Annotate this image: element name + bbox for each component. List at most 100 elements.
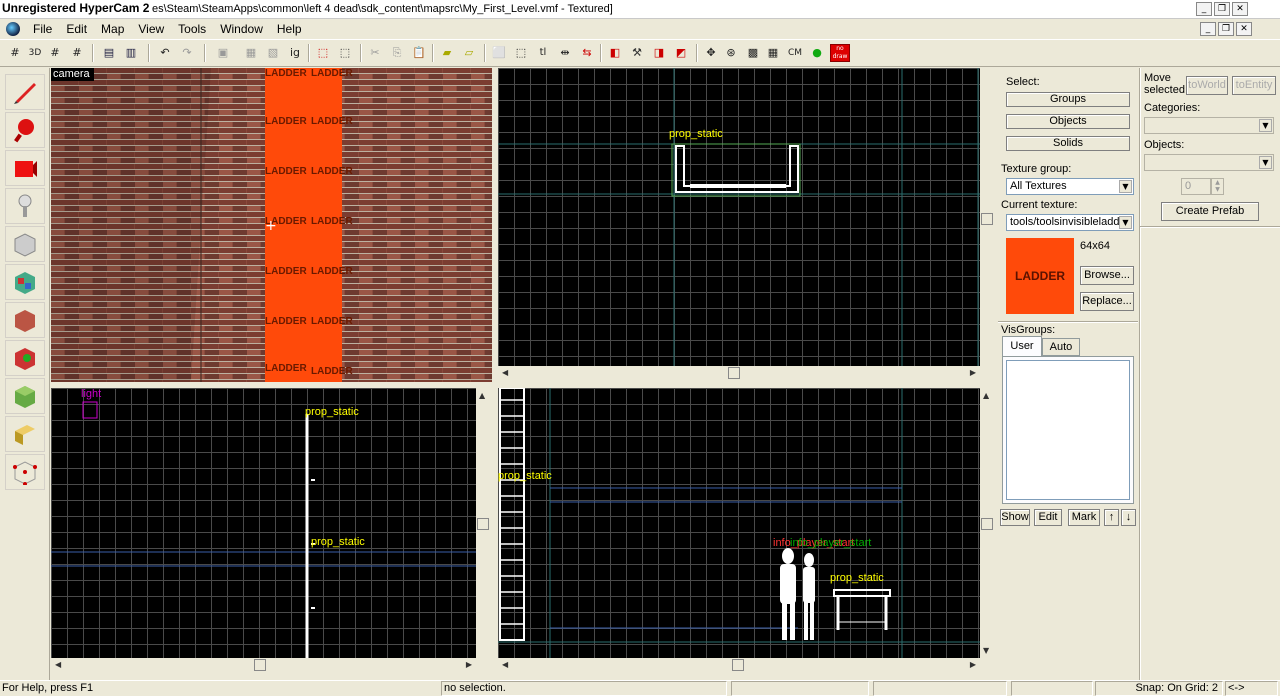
prefab-count-spinner[interactable]: 0 [1181,178,1211,195]
texture-lock-toggle[interactable]: tl [534,44,552,62]
current-texture-dropdown[interactable]: tools/toolsinvisibleladder ▼ [1006,214,1134,231]
spinner-arrows-icon[interactable]: ▲ ▼ [1211,178,1224,195]
select-solids-button[interactable]: Solids [1006,136,1130,151]
front-vscroll[interactable]: ▲ ▼ [980,388,994,658]
camera-viewport[interactable]: LADDER LADDER LADDER LADDER LADDER LADDE… [51,68,492,382]
menu-help[interactable]: Help [270,22,309,36]
vertex-tool[interactable] [5,454,45,490]
create-prefab-button[interactable]: Create Prefab [1161,202,1259,221]
top-hscroll[interactable]: ◀ ▶ [498,366,980,380]
scroll-right-icon[interactable]: ▶ [970,368,976,377]
unhide-items-icon[interactable]: ▱ [460,44,478,62]
texture-preview[interactable]: LADDER [1006,238,1074,314]
camera-tool[interactable] [5,150,45,186]
texture-lock-icon[interactable]: ▧ [264,44,282,62]
block-tool[interactable] [5,226,45,262]
replace-button[interactable]: Replace... [1080,292,1134,311]
menu-view[interactable]: View [131,22,171,36]
texture-tool[interactable] [5,264,45,300]
side-vscroll-thumb[interactable] [477,518,489,530]
entity-tool[interactable] [5,188,45,224]
scroll-left-icon[interactable]: ◀ [502,368,508,377]
move-up-arrow-icon[interactable]: ↑ [1104,509,1119,526]
toggle-helpers-icon[interactable]: ⇆ [578,44,596,62]
front-hscroll-thumb[interactable] [732,659,744,671]
restore-icon[interactable]: ❐ [1214,2,1230,16]
nodraw-button[interactable]: no draw [830,44,850,62]
grid-icon[interactable]: # [6,44,24,62]
visgroup-mark-button[interactable]: Mark [1068,509,1100,526]
top-vscroll[interactable] [980,68,994,366]
front-entity-label-left[interactable]: prop_static [498,470,552,482]
app-icon[interactable] [6,22,20,36]
scroll-left-icon[interactable]: ◀ [502,660,508,669]
ignore-groups-button[interactable]: ig [286,44,304,62]
side-hscroll[interactable]: ◀ ▶ [51,658,476,672]
cubemap-button[interactable]: CM [784,44,806,62]
to-world-button[interactable]: toWorld [1186,76,1228,95]
grid-smaller-icon[interactable]: # [46,44,64,62]
auto-visgroup-icon[interactable]: ▩ [744,44,762,62]
side-2d-viewport[interactable]: light prop_static prop_static [51,388,476,658]
side-entity-label-2[interactable]: prop_static [311,536,365,548]
move-down-arrow-icon[interactable]: ↓ [1121,509,1136,526]
compile-icon[interactable]: ● [808,44,826,62]
move-to-world-icon[interactable]: ⬚ [336,44,354,62]
top-hscroll-thumb[interactable] [728,367,740,379]
selection-tool[interactable] [5,74,45,110]
hollow-icon[interactable]: ▦ [242,44,260,62]
front-info-label-2[interactable]: info_player_start [790,537,871,549]
front-2d-viewport[interactable]: prop_static info_player_start info_playe… [498,388,980,658]
3d-grid-button[interactable]: 3D [26,44,44,62]
flip-icon[interactable]: ⇹ [556,44,574,62]
tab-user[interactable]: User [1002,336,1042,356]
to-entity-button[interactable]: toEntity [1232,76,1276,95]
mdi-close-icon[interactable]: ✕ [1236,22,1252,36]
top-entity-label[interactable]: prop_static [669,128,723,140]
menu-edit[interactable]: Edit [59,22,94,36]
cordon-icon[interactable]: ✥ [702,44,720,62]
tie-to-entity-icon[interactable]: ⬚ [314,44,332,62]
scroll-right-icon[interactable]: ▶ [970,660,976,669]
display-models-icon[interactable]: ▦ [764,44,782,62]
front-vscroll-thumb[interactable] [981,518,993,530]
check-map-icon[interactable]: ◨ [650,44,668,62]
menu-window[interactable]: Window [213,22,270,36]
group-icon[interactable]: ▤ [100,44,118,62]
mdi-restore-icon[interactable]: ❐ [1218,22,1234,36]
front-entity-label-table[interactable]: prop_static [830,572,884,584]
side-vscroll[interactable]: ▲ [476,388,490,658]
hide-items-icon[interactable]: ▰ [438,44,456,62]
visgroup-edit-button[interactable]: Edit [1034,509,1062,526]
apply-texture-tool[interactable] [5,302,45,338]
select-icon[interactable]: ⬚ [512,44,530,62]
map-properties-icon[interactable]: ◩ [672,44,690,62]
decal-tool[interactable] [5,340,45,376]
menu-file[interactable]: File [26,22,59,36]
top-vscroll-thumb[interactable] [981,213,993,225]
front-hscroll[interactable]: ◀ ▶ [498,658,980,672]
selection-box-icon[interactable]: ⬜ [490,44,508,62]
browse-button[interactable]: Browse... [1080,266,1134,285]
carve-icon[interactable]: ▣ [214,44,232,62]
scroll-up-icon[interactable]: ▲ [983,391,989,400]
paste-icon[interactable]: 📋 [410,44,428,62]
select-groups-button[interactable]: Groups [1006,92,1130,107]
side-entity-label-1[interactable]: prop_static [305,406,359,418]
scroll-down-icon[interactable]: ▼ [983,646,989,655]
objects-dropdown[interactable]: ▼ [1144,154,1274,171]
menu-map[interactable]: Map [94,22,131,36]
magnify-tool[interactable] [5,112,45,148]
overlay-tool[interactable] [5,378,45,414]
texture-group-dropdown[interactable]: All Textures ▼ [1006,178,1134,195]
close-icon[interactable]: ✕ [1232,2,1248,16]
select-objects-button[interactable]: Objects [1006,114,1130,129]
undo-icon[interactable]: ↶ [156,44,174,62]
scroll-right-icon[interactable]: ▶ [466,660,472,669]
mdi-minimize-icon[interactable]: _ [1200,22,1216,36]
categories-dropdown[interactable]: ▼ [1144,117,1274,134]
visgroup-show-button[interactable]: Show [1000,509,1030,526]
camera-viewport-label[interactable]: camera [51,68,94,81]
run-map-icon[interactable]: ⚒ [628,44,646,62]
minimize-icon[interactable]: _ [1196,2,1212,16]
